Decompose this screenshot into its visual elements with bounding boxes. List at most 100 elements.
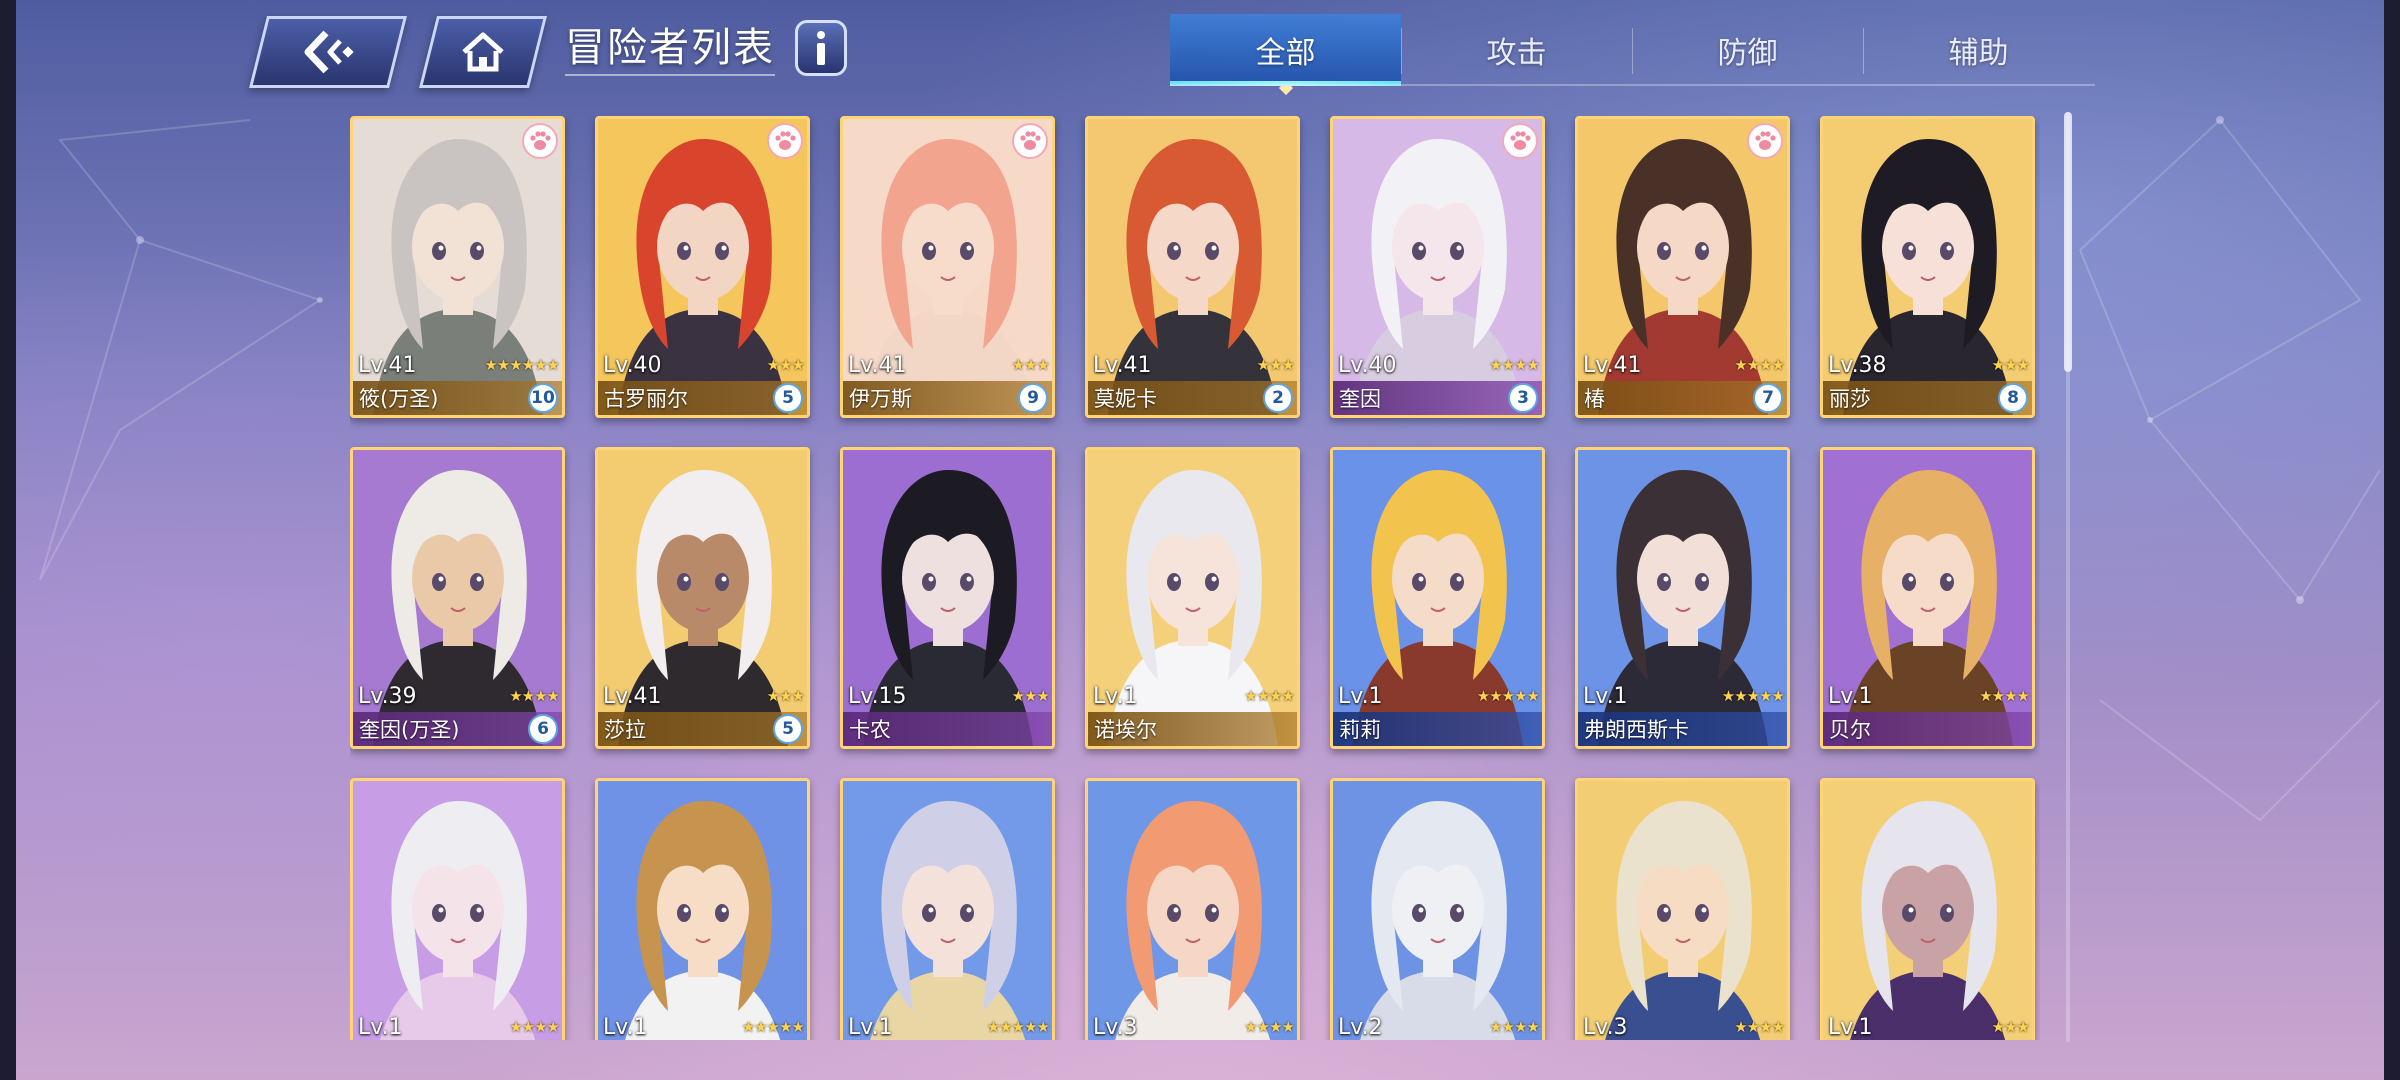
level-text: Lv.41 — [848, 352, 907, 378]
name-bar: 诺埃尔 — [1088, 712, 1297, 746]
star-rating: ★★★ — [1991, 356, 2030, 374]
level-row: Lv.1 ★★★★★ — [848, 1013, 1050, 1040]
character-name: 贝尔 — [1829, 718, 1871, 742]
page-title: 冒险者列表 — [565, 25, 775, 71]
level-text: Lv.41 — [603, 683, 662, 709]
adventurer-card[interactable]: Lv.41 ★★★★ 椿 7 — [1575, 116, 1790, 418]
character-name: 诺埃尔 — [1094, 718, 1157, 742]
level-row: Lv.3 ★★★★ — [1583, 1013, 1785, 1040]
rank-badge: 10 — [528, 383, 558, 413]
adventurer-card[interactable]: Lv.1 ★★★★ 贝尔 — [1820, 447, 2035, 749]
tab-attack-label: 攻击 — [1486, 36, 1547, 71]
home-icon — [462, 32, 504, 72]
level-row: Lv.1 ★★★★★ — [603, 1013, 805, 1040]
star-rating: ★★★★ — [1489, 1018, 1540, 1036]
back-button[interactable] — [249, 16, 407, 88]
star-rating: ★★★★ — [1489, 356, 1540, 374]
level-row: Lv.40 ★★★ — [603, 351, 805, 379]
adventurer-card[interactable]: Lv.38 ★★★ 丽莎 8 — [1820, 116, 2035, 418]
adventurer-card[interactable]: Lv.2 ★★★★ — [1330, 778, 1545, 1040]
adventurer-card[interactable]: Lv.41 ★★★ 莎拉 5 — [595, 447, 810, 749]
level-row: Lv.1 ★★★★ — [358, 1013, 560, 1040]
rank-badge: 3 — [1508, 383, 1538, 413]
adventurer-card[interactable]: Lv.3 ★★★★ — [1085, 778, 1300, 1040]
level-row: Lv.1 ★★★★★ — [1583, 682, 1785, 710]
character-name: 弗朗西斯卡 — [1584, 718, 1689, 742]
character-name: 奎因 — [1339, 387, 1381, 411]
character-name: 莉莉 — [1339, 718, 1381, 742]
level-row: Lv.41 ★★★ — [848, 351, 1050, 379]
adventurer-card[interactable]: Lv.1 ★★★ — [1820, 778, 2035, 1040]
back-arrow-icon — [304, 30, 354, 74]
level-text: Lv.41 — [1583, 352, 1642, 378]
star-rating: ★★★★ — [509, 687, 560, 705]
character-portrait — [1088, 781, 1297, 1040]
star-rating: ★★★★ — [1979, 687, 2030, 705]
tab-support[interactable]: 辅助 — [1863, 14, 2094, 86]
adventurer-card[interactable]: Lv.1 ★★★★ — [350, 778, 565, 1040]
home-button[interactable] — [419, 16, 547, 88]
adventurer-card[interactable]: Lv.41 ★★★ 伊万斯 9 — [840, 116, 1055, 418]
star-rating: ★★★ — [1256, 356, 1295, 374]
adventurer-card[interactable]: Lv.39 ★★★★ 奎因(万圣) 6 — [350, 447, 565, 749]
scrollbar-thumb[interactable] — [2064, 112, 2072, 372]
level-row: Lv.41 ★★★ — [603, 682, 805, 710]
level-text: Lv.1 — [603, 1014, 648, 1040]
level-text: Lv.39 — [358, 683, 417, 709]
star-rating: ★★★ — [1011, 687, 1050, 705]
tab-attack[interactable]: 攻击 — [1401, 14, 1632, 86]
level-text: Lv.1 — [358, 1014, 403, 1040]
adventurer-card[interactable]: Lv.1 ★★★★★ 莉莉 — [1330, 447, 1545, 749]
character-name: 丽莎 — [1829, 387, 1871, 411]
level-text: Lv.38 — [1828, 352, 1887, 378]
rank-badge: 9 — [1018, 383, 1048, 413]
level-row: Lv.15 ★★★ — [848, 682, 1050, 710]
character-name: 奎因(万圣) — [359, 718, 460, 742]
paw-badge-icon — [522, 123, 558, 159]
adventurer-card[interactable]: Lv.3 ★★★★ — [1575, 778, 1790, 1040]
star-rating: ★★★★ — [1244, 1018, 1295, 1036]
rank-badge: 5 — [773, 714, 803, 744]
adventurer-card[interactable]: Lv.41 ★★★ 莫妮卡 2 — [1085, 116, 1300, 418]
info-button[interactable] — [795, 20, 847, 76]
character-name: 莎拉 — [604, 718, 646, 742]
adventurer-card[interactable]: Lv.41 ★★★★★★ 筱(万圣) 10 — [350, 116, 565, 418]
level-text: Lv.1 — [1583, 683, 1628, 709]
star-rating: ★★★★ — [1734, 1018, 1785, 1036]
level-row: Lv.40 ★★★★ — [1338, 351, 1540, 379]
character-name: 椿 — [1584, 387, 1605, 411]
star-rating: ★★★★★★ — [484, 356, 560, 374]
tab-defense[interactable]: 防御 — [1632, 14, 1863, 86]
level-row: Lv.2 ★★★★ — [1338, 1013, 1540, 1040]
star-rating: ★★★ — [766, 356, 805, 374]
star-rating: ★★★★★ — [1476, 687, 1540, 705]
adventurer-card[interactable]: Lv.1 ★★★★★ 弗朗西斯卡 — [1575, 447, 1790, 749]
level-text: Lv.1 — [848, 1014, 893, 1040]
level-text: Lv.41 — [1093, 352, 1152, 378]
adventurer-card[interactable]: Lv.1 ★★★★★ — [595, 778, 810, 1040]
paw-badge-icon — [1502, 123, 1538, 159]
level-text: Lv.15 — [848, 683, 907, 709]
character-portrait — [843, 781, 1052, 1040]
character-portrait — [1333, 781, 1542, 1040]
adventurer-card[interactable]: Lv.1 ★★★★★ — [840, 778, 1055, 1040]
category-tabs: 全部 攻击 防御 辅助 — [1170, 14, 2095, 96]
level-row: Lv.41 ★★★★★★ — [358, 351, 560, 379]
star-rating: ★★★ — [766, 687, 805, 705]
adventurer-card[interactable]: Lv.15 ★★★ 卡农 — [840, 447, 1055, 749]
tab-defense-label: 防御 — [1717, 36, 1778, 71]
character-name: 古罗丽尔 — [604, 387, 688, 411]
level-row: Lv.3 ★★★★ — [1093, 1013, 1295, 1040]
adventurer-card[interactable]: Lv.1 ★★★★ 诺埃尔 — [1085, 447, 1300, 749]
tabs-baseline — [1170, 84, 2095, 86]
level-text: Lv.1 — [1828, 683, 1873, 709]
character-portrait — [1578, 781, 1787, 1040]
level-text: Lv.40 — [603, 352, 662, 378]
character-name: 筱(万圣) — [359, 387, 439, 411]
tab-all[interactable]: 全部 — [1170, 14, 1401, 96]
adventurer-card[interactable]: Lv.40 ★★★ 古罗丽尔 5 — [595, 116, 810, 418]
adventurer-card[interactable]: Lv.40 ★★★★ 奎因 3 — [1330, 116, 1545, 418]
level-text: Lv.3 — [1583, 1014, 1628, 1040]
rank-badge: 2 — [1263, 383, 1293, 413]
paw-badge-icon — [767, 123, 803, 159]
